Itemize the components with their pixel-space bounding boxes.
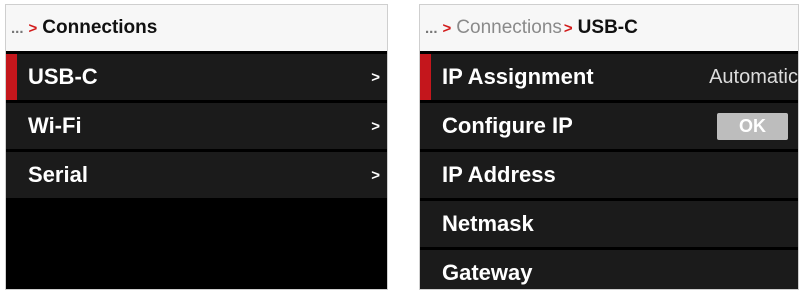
breadcrumb-current: Connections xyxy=(42,17,158,38)
breadcrumb-separator-icon: > xyxy=(28,19,38,37)
chevron-right-icon: > xyxy=(371,166,380,184)
chevron-right-icon: > xyxy=(371,117,380,135)
chevron-right-icon: > xyxy=(371,68,380,86)
menu-item-label: IP Assignment xyxy=(442,64,594,89)
stage: ... > Connections USB-C > Wi-Fi > Serial… xyxy=(0,0,801,295)
usb-c-screen: ... > Connections > USB-C IP Assignment … xyxy=(419,4,799,290)
menu-item-usb-c[interactable]: USB-C > xyxy=(6,54,387,100)
breadcrumb-parent[interactable]: Connections xyxy=(456,17,562,39)
menu-item-label: USB-C xyxy=(28,64,98,89)
ip-assignment-value: Automatic xyxy=(709,65,798,88)
menu-item-label: Configure IP xyxy=(442,113,573,138)
menu-item-wi-fi[interactable]: Wi-Fi > xyxy=(6,103,387,149)
menu-item-gateway[interactable]: Gateway xyxy=(420,250,798,289)
breadcrumb-separator-icon: > xyxy=(563,19,573,37)
menu-item-label: Gateway xyxy=(442,260,533,285)
menu-item-label: IP Address xyxy=(442,162,556,187)
breadcrumb-current: USB-C xyxy=(577,17,638,38)
configure-ip-ok-button[interactable]: OK xyxy=(717,112,788,140)
connections-menu: USB-C > Wi-Fi > Serial > xyxy=(6,54,387,198)
breadcrumb-ellipsis[interactable]: ... xyxy=(425,20,438,37)
menu-item-ip-address[interactable]: IP Address xyxy=(420,152,798,198)
menu-item-netmask[interactable]: Netmask xyxy=(420,201,798,247)
breadcrumb-separator-icon: > xyxy=(442,19,452,37)
menu-item-label: Netmask xyxy=(442,211,534,236)
connections-screen: ... > Connections USB-C > Wi-Fi > Serial… xyxy=(5,4,388,290)
menu-item-serial[interactable]: Serial > xyxy=(6,152,387,198)
menu-item-label: Wi-Fi xyxy=(28,113,82,138)
breadcrumb-ellipsis[interactable]: ... xyxy=(11,20,24,37)
menu-item-label: Serial xyxy=(28,162,88,187)
menu-item-configure-ip[interactable]: Configure IP OK xyxy=(420,103,798,149)
breadcrumb: ... > Connections xyxy=(6,5,387,51)
menu-item-ip-assignment[interactable]: IP Assignment Automatic xyxy=(420,54,798,100)
breadcrumb: ... > Connections > USB-C xyxy=(420,5,798,51)
usb-c-menu: IP Assignment Automatic Configure IP OK … xyxy=(420,54,798,289)
